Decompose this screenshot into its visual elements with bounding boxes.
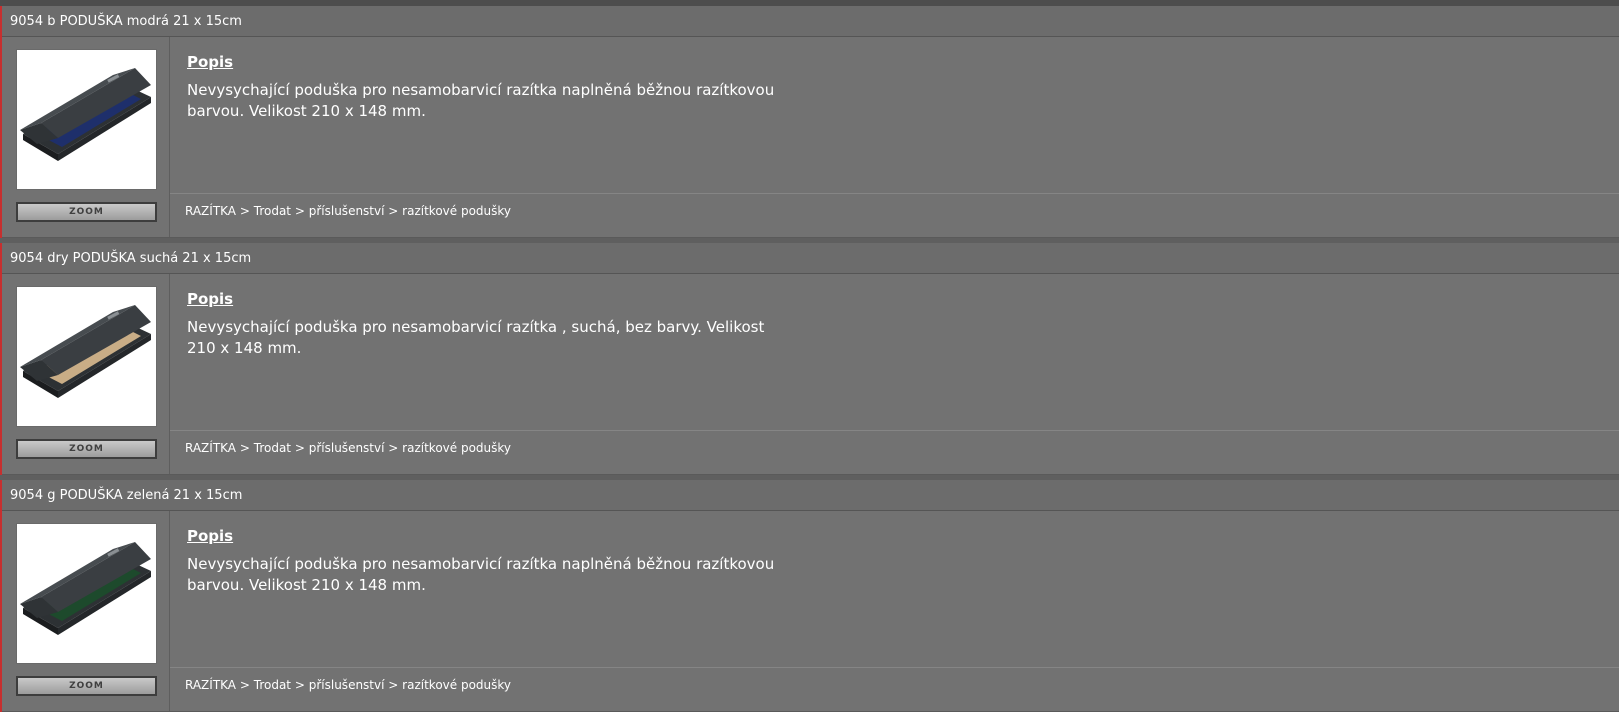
product-body: ZOOM Popis Nevysychající poduška pro nes… — [2, 274, 1619, 475]
breadcrumb-item[interactable]: příslušenství — [309, 678, 385, 692]
breadcrumb-divider — [170, 430, 1619, 431]
product-title[interactable]: 9054 g PODUŠKA zelená 21 x 15cm — [2, 480, 1619, 511]
product-card: 9054 b PODUŠKA modrá 21 x 15cm ZOOM Popi… — [0, 6, 1619, 238]
breadcrumb-divider — [170, 193, 1619, 194]
description-heading: Popis — [187, 290, 234, 308]
product-image[interactable] — [16, 49, 157, 190]
breadcrumb-separator: > — [294, 441, 305, 455]
zoom-button[interactable]: ZOOM — [16, 676, 157, 696]
product-body: ZOOM Popis Nevysychající poduška pro nes… — [2, 37, 1619, 238]
product-body: ZOOM Popis Nevysychající poduška pro nes… — [2, 511, 1619, 712]
breadcrumb-item[interactable]: razítkové podušky — [402, 678, 511, 692]
description-heading: Popis — [187, 527, 234, 545]
breadcrumb: RAZÍTKA > Trodat > příslušenství > razít… — [185, 204, 511, 218]
breadcrumb-separator: > — [294, 204, 305, 218]
product-card: 9054 g PODUŠKA zelená 21 x 15cm ZOOM Pop… — [0, 480, 1619, 712]
description-heading: Popis — [187, 53, 234, 71]
breadcrumb-separator: > — [388, 204, 399, 218]
product-description: Nevysychající poduška pro nesamobarvicí … — [187, 318, 765, 357]
product-card: 9054 dry PODUŠKA suchá 21 x 15cm ZOOM Po… — [0, 243, 1619, 475]
product-title[interactable]: 9054 b PODUŠKA modrá 21 x 15cm — [2, 6, 1619, 37]
product-image[interactable] — [16, 286, 157, 427]
breadcrumb-item[interactable]: Trodat — [254, 204, 291, 218]
product-description: Nevysychající poduška pro nesamobarvicí … — [187, 555, 775, 594]
product-title[interactable]: 9054 dry PODUŠKA suchá 21 x 15cm — [2, 243, 1619, 274]
breadcrumb: RAZÍTKA > Trodat > příslušenství > razít… — [185, 678, 511, 692]
breadcrumb-item[interactable]: Trodat — [254, 678, 291, 692]
zoom-button[interactable]: ZOOM — [16, 202, 157, 222]
ink-pad-image — [20, 68, 151, 161]
breadcrumb-item[interactable]: příslušenství — [309, 204, 385, 218]
breadcrumb-item[interactable]: příslušenství — [309, 441, 385, 455]
breadcrumb-divider — [170, 667, 1619, 668]
thumbnail-column: ZOOM — [2, 511, 170, 711]
breadcrumb-item[interactable]: razítkové podušky — [402, 204, 511, 218]
breadcrumb-item[interactable]: RAZÍTKA — [185, 204, 236, 218]
thumbnail-column: ZOOM — [2, 37, 170, 237]
breadcrumb-separator: > — [239, 204, 250, 218]
product-info: Popis Nevysychající poduška pro nesamoba… — [170, 274, 1619, 474]
breadcrumb-item[interactable]: Trodat — [254, 441, 291, 455]
product-info: Popis Nevysychající poduška pro nesamoba… — [170, 511, 1619, 711]
product-description: Nevysychající poduška pro nesamobarvicí … — [187, 81, 775, 120]
breadcrumb-separator: > — [388, 441, 399, 455]
breadcrumb-item[interactable]: RAZÍTKA — [185, 441, 236, 455]
breadcrumb: RAZÍTKA > Trodat > příslušenství > razít… — [185, 441, 511, 455]
breadcrumb-separator: > — [239, 441, 250, 455]
ink-pad-image — [20, 542, 151, 635]
breadcrumb-item[interactable]: razítkové podušky — [402, 441, 511, 455]
breadcrumb-separator: > — [239, 678, 250, 692]
breadcrumb-separator: > — [294, 678, 305, 692]
product-image[interactable] — [16, 523, 157, 664]
product-info: Popis Nevysychající poduška pro nesamoba… — [170, 37, 1619, 237]
breadcrumb-item[interactable]: RAZÍTKA — [185, 678, 236, 692]
thumbnail-column: ZOOM — [2, 274, 170, 474]
ink-pad-image — [20, 305, 151, 398]
breadcrumb-separator: > — [388, 678, 399, 692]
zoom-button[interactable]: ZOOM — [16, 439, 157, 459]
